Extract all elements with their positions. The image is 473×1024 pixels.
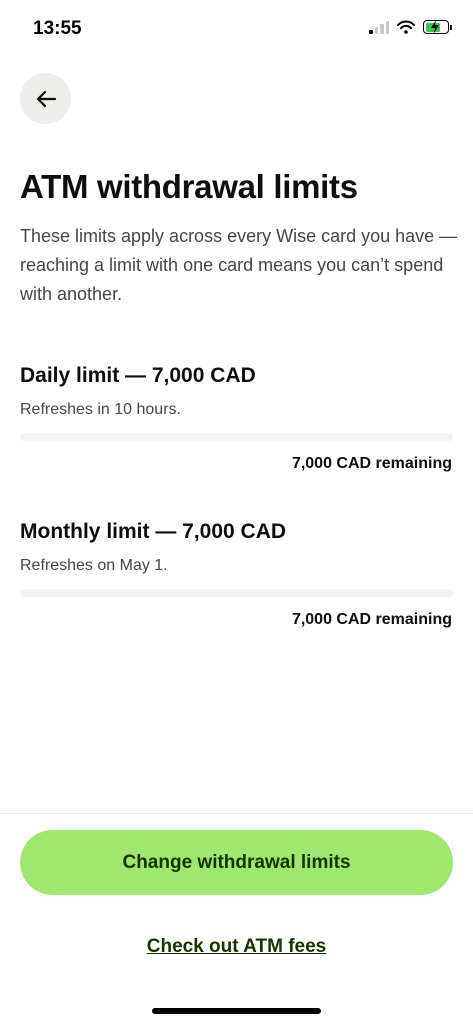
change-withdrawal-limits-button[interactable]: Change withdrawal limits (20, 830, 453, 895)
status-icons (369, 20, 452, 34)
monthly-limit-title: Monthly limit — 7,000 CAD (20, 520, 287, 543)
back-button[interactable] (20, 73, 71, 124)
page-description: These limits apply across every Wise car… (20, 226, 458, 304)
monthly-limit-remaining: 7,000 CAD remaining (291, 611, 452, 628)
status-time: 13:55 (33, 18, 82, 39)
status-bar: 13:55 (0, 0, 473, 58)
daily-limit-remaining: 7,000 CAD remaining (291, 455, 452, 472)
home-indicator (152, 1008, 321, 1014)
wifi-icon (397, 20, 415, 34)
daily-limit-refresh: Refreshes in 10 hours. (20, 401, 181, 418)
monthly-limit-refresh: Refreshes on May 1. (20, 557, 168, 574)
daily-limit-progress (20, 433, 453, 441)
check-atm-fees-link[interactable]: Check out ATM fees (0, 936, 473, 958)
cellular-signal-icon (369, 20, 389, 34)
battery-charging-icon (423, 20, 452, 34)
daily-limit-title: Daily limit — 7,000 CAD (20, 364, 256, 387)
monthly-limit-progress (20, 589, 453, 597)
arrow-left-icon (36, 90, 56, 107)
footer-divider (0, 813, 473, 814)
page-title: ATM withdrawal limits (20, 168, 358, 205)
